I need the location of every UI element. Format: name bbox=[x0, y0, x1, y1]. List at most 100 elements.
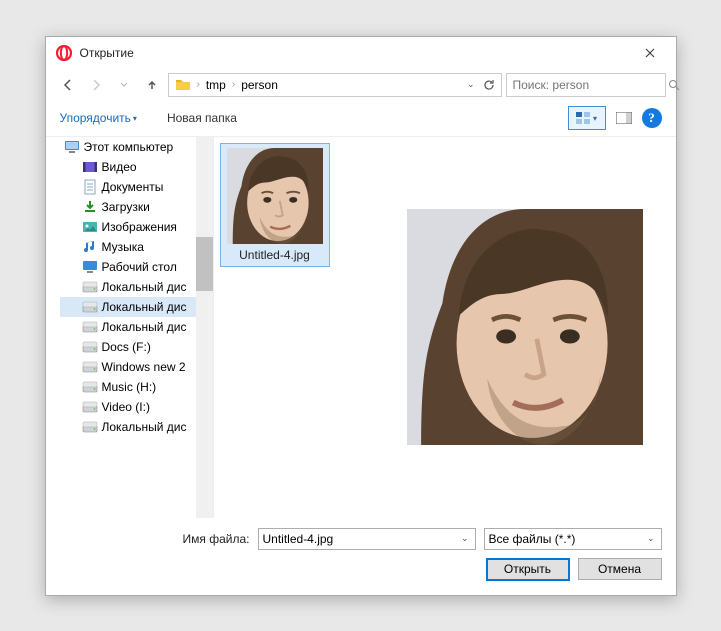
drive-icon bbox=[82, 379, 98, 395]
cancel-button[interactable]: Отмена bbox=[578, 558, 662, 580]
filename-combo[interactable]: Untitled-4.jpg ⌄ bbox=[258, 528, 476, 550]
tree-item[interactable]: Загрузки bbox=[60, 197, 213, 217]
tree-label: Локальный дис bbox=[102, 420, 187, 434]
chevron-down-icon: ⌄ bbox=[645, 533, 657, 544]
tree-item[interactable]: Изображения bbox=[60, 217, 213, 237]
view-mode-button[interactable]: ▾ bbox=[568, 106, 606, 130]
tree-label: Локальный дис bbox=[102, 320, 187, 334]
tree-label: Загрузки bbox=[102, 200, 150, 214]
tree-label: Музыка bbox=[102, 240, 144, 254]
tree-label: Видео bbox=[102, 160, 137, 174]
tree-item[interactable]: Video (I:) bbox=[60, 397, 213, 417]
breadcrumb-item[interactable]: person bbox=[237, 78, 282, 92]
tree-item[interactable]: Видео bbox=[60, 157, 213, 177]
drive-icon bbox=[82, 419, 98, 435]
tree-item[interactable]: Docs (F:) bbox=[60, 337, 213, 357]
drive-icon bbox=[82, 279, 98, 295]
tree-item[interactable]: Windows new 2 bbox=[60, 357, 213, 377]
filename-value: Untitled-4.jpg bbox=[263, 532, 459, 546]
tree-item[interactable]: Локальный дис bbox=[60, 417, 213, 437]
desktop-icon bbox=[82, 259, 98, 275]
drive-icon bbox=[82, 359, 98, 375]
search-input[interactable] bbox=[513, 78, 668, 92]
tree-item[interactable]: Music (H:) bbox=[60, 377, 213, 397]
help-button[interactable]: ? bbox=[642, 108, 662, 128]
address-bar[interactable]: › tmp › person ⌄ bbox=[168, 73, 502, 97]
tree-item[interactable]: Локальный дис bbox=[60, 317, 213, 337]
file-area: Untitled-4.jpg bbox=[214, 137, 676, 518]
tree-label: Локальный дис bbox=[102, 300, 187, 314]
tree-label: Рабочий стол bbox=[102, 260, 177, 274]
chevron-down-icon: ⌄ bbox=[459, 533, 471, 544]
up-button[interactable] bbox=[140, 73, 164, 97]
app-icon bbox=[56, 45, 72, 61]
window-title: Открытие bbox=[80, 46, 630, 60]
preview-image bbox=[407, 209, 643, 445]
open-label: Открыть bbox=[504, 562, 551, 576]
close-button[interactable] bbox=[630, 39, 670, 67]
tree-scrollbar[interactable] bbox=[196, 137, 213, 518]
tree-item[interactable]: Документы bbox=[60, 177, 213, 197]
file-item[interactable]: Untitled-4.jpg bbox=[220, 143, 330, 267]
folder-icon bbox=[175, 77, 191, 93]
organize-menu[interactable]: Упорядочить ▾ bbox=[60, 111, 137, 125]
chevron-down-icon[interactable]: ⌄ bbox=[467, 79, 475, 90]
chevron-right-icon: › bbox=[195, 79, 202, 90]
toolbar: Упорядочить ▾ Новая папка ▾ ? bbox=[46, 101, 676, 137]
breadcrumb-item[interactable]: tmp bbox=[202, 78, 230, 92]
forward-button[interactable] bbox=[84, 73, 108, 97]
file-list[interactable]: Untitled-4.jpg bbox=[214, 137, 374, 518]
titlebar: Открытие bbox=[46, 37, 676, 69]
tree-item[interactable]: Локальный дис bbox=[60, 297, 213, 317]
filename-label: Имя файла: bbox=[183, 532, 250, 546]
refresh-icon[interactable] bbox=[483, 79, 495, 91]
recent-dropdown[interactable] bbox=[112, 73, 136, 97]
music-icon bbox=[82, 239, 98, 255]
filter-value: Все файлы (*.*) bbox=[489, 532, 645, 546]
open-file-dialog: Открытие › tmp › person ⌄ Упорядочить bbox=[45, 36, 677, 596]
images-icon bbox=[82, 219, 98, 235]
download-icon bbox=[82, 199, 98, 215]
doc-icon bbox=[82, 179, 98, 195]
thumbnails-icon bbox=[576, 112, 590, 124]
tree-item[interactable]: Рабочий стол bbox=[60, 257, 213, 277]
organize-label: Упорядочить bbox=[60, 111, 131, 125]
tree-root[interactable]: Этот компьютер bbox=[60, 137, 213, 157]
chevron-right-icon: › bbox=[230, 79, 237, 90]
filter-combo[interactable]: Все файлы (*.*) ⌄ bbox=[484, 528, 662, 550]
chevron-down-icon: ▾ bbox=[593, 114, 597, 123]
pane-icon bbox=[616, 112, 632, 124]
tree-scroll-thumb[interactable] bbox=[196, 237, 213, 291]
tree-label: Docs (F:) bbox=[102, 340, 151, 354]
drive-icon bbox=[82, 399, 98, 415]
main-area: Этот компьютер Видео Документы Загрузки Изоб… bbox=[46, 137, 676, 518]
file-name: Untitled-4.jpg bbox=[225, 248, 325, 262]
tree-label: Windows new 2 bbox=[102, 360, 186, 374]
tree-item[interactable]: Музыка bbox=[60, 237, 213, 257]
new-folder-button[interactable]: Новая папка bbox=[167, 111, 237, 125]
tree-label: Документы bbox=[102, 180, 164, 194]
nav-row: › tmp › person ⌄ bbox=[46, 69, 676, 101]
tree-label: Этот компьютер bbox=[84, 140, 174, 154]
tree-label: Video (I:) bbox=[102, 400, 150, 414]
tree-label: Music (H:) bbox=[102, 380, 157, 394]
computer-icon bbox=[64, 139, 80, 155]
chevron-down-icon: ▾ bbox=[133, 114, 137, 123]
preview-pane bbox=[374, 137, 676, 518]
drive-icon bbox=[82, 299, 98, 315]
nav-tree: Этот компьютер Видео Документы Загрузки Изоб… bbox=[60, 137, 214, 518]
drive-icon bbox=[82, 319, 98, 335]
search-box[interactable] bbox=[506, 73, 666, 97]
tree-label: Локальный дис bbox=[102, 280, 187, 294]
open-button[interactable]: Открыть bbox=[486, 558, 570, 581]
tree-item[interactable]: Локальный дис bbox=[60, 277, 213, 297]
drive-icon bbox=[82, 339, 98, 355]
footer: Имя файла: Untitled-4.jpg ⌄ Все файлы (*… bbox=[46, 518, 676, 595]
back-button[interactable] bbox=[56, 73, 80, 97]
video-icon bbox=[82, 159, 98, 175]
preview-pane-button[interactable] bbox=[612, 106, 636, 130]
cancel-label: Отмена bbox=[598, 562, 641, 576]
file-thumbnail bbox=[227, 148, 323, 244]
tree-label: Изображения bbox=[102, 220, 177, 234]
search-icon[interactable] bbox=[668, 79, 680, 91]
